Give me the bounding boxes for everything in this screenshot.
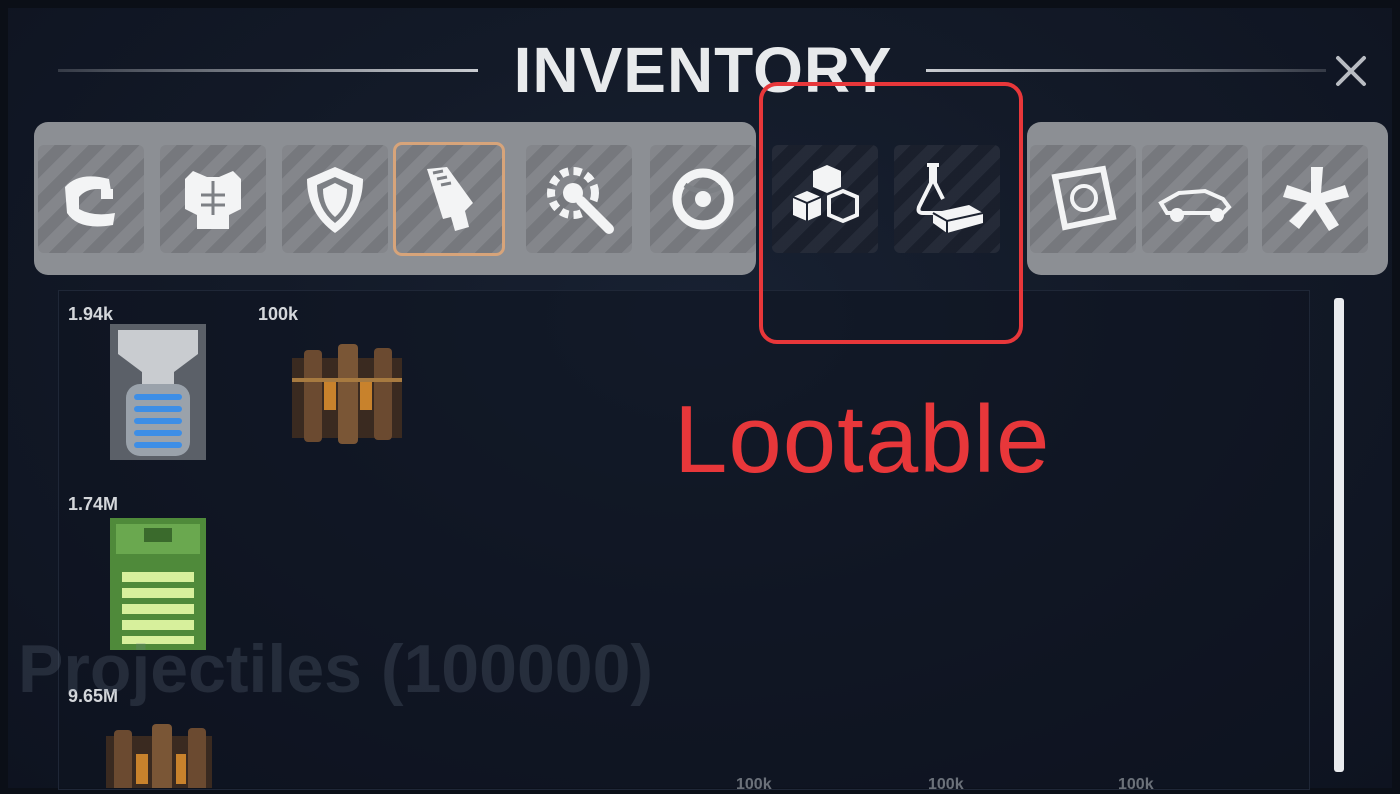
tab-weapons[interactable] [393,142,505,256]
close-icon [1336,56,1366,86]
ammo-crate-icon [292,344,402,444]
item-grid [58,290,1310,790]
close-button[interactable] [1330,50,1372,92]
item-count-faint: 100k [736,776,772,793]
tab-blueprints[interactable] [1030,145,1136,253]
title-divider-left [58,69,478,72]
item-count: 1.74M [68,494,119,514]
lootable-highlight-box [759,82,1023,344]
armor-icon [185,171,241,229]
blueprint-icon [1051,165,1117,231]
tab-vehicles[interactable] [1142,145,1248,253]
ammo-icon [65,176,115,227]
tab-shield[interactable] [282,145,388,253]
item-count: 1.94k [68,304,114,324]
title-divider-right [926,69,1326,72]
item-count-faint: 100k [1118,776,1154,793]
item-count-faint: 100k [928,776,964,793]
energy-cell-icon [110,324,206,460]
ammo-crate-icon [106,724,212,788]
tab-ammo[interactable] [38,145,144,253]
weapon-icon [427,167,473,231]
misc-icon [1283,167,1349,231]
shield-icon [307,167,363,233]
tab-consumables[interactable] [650,145,756,253]
item-energy-cell[interactable] [110,324,206,460]
item-count: 100k [258,304,299,324]
tools-icon [547,167,614,234]
tab-misc[interactable] [1262,145,1368,253]
consumable-icon [672,168,734,230]
scrollbar[interactable] [1334,298,1344,772]
tab-tools[interactable] [526,145,632,253]
item-ammo-crate[interactable] [290,340,404,446]
vehicle-icon [1158,188,1232,222]
category-heading: Projectiles (100000) [18,631,654,707]
tab-armor[interactable] [160,145,266,253]
lootable-annotation: Lootable [674,386,1051,493]
item-ammo-crate[interactable] [104,722,214,788]
